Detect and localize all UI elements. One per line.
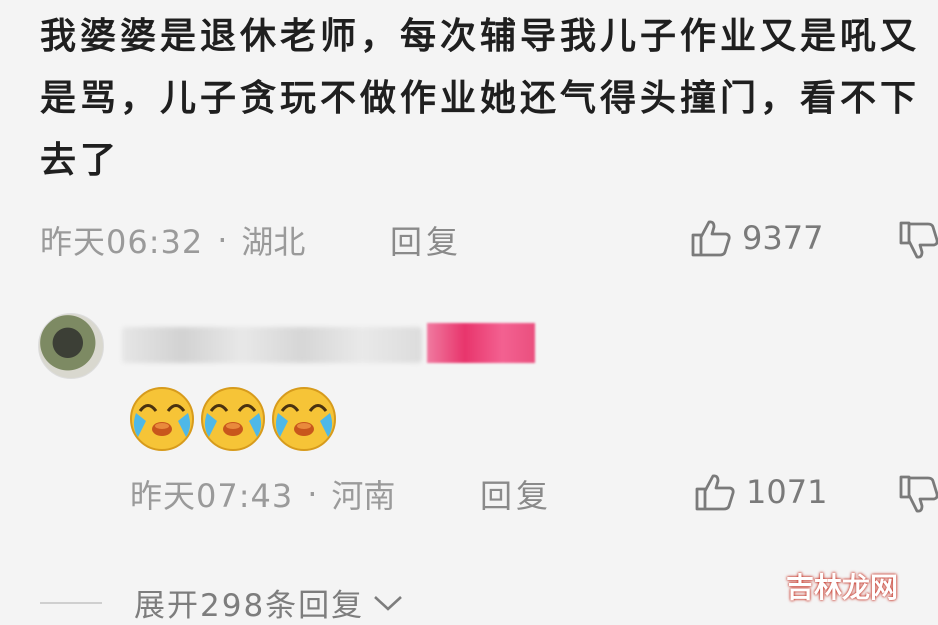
meta-separator: · — [307, 475, 318, 513]
like-count: 1071 — [746, 473, 828, 511]
reply-button[interactable]: 回复 — [390, 217, 462, 263]
like-count: 9377 — [742, 219, 824, 257]
thumbs-up-icon — [691, 220, 731, 257]
expand-label: 展开298条回复 — [134, 588, 365, 624]
reply-meta-row: 昨天07:43 · 河南 回复 — [130, 472, 650, 516]
reply-button[interactable]: 回复 — [480, 471, 552, 517]
comment-text: 我婆婆是退休老师，每次辅导我儿子作业又是吼又是骂，儿子贪玩不做作业她还气得头撞门… — [40, 16, 921, 181]
comment-location: 湖北 — [241, 223, 306, 261]
comment-meta-row: 昨天06:32 · 湖北 回复 — [40, 218, 640, 262]
crying-laughing-emoji — [272, 387, 336, 451]
thumbs-up-icon — [695, 474, 735, 511]
reply-location: 河南 — [331, 477, 396, 515]
crying-laughing-emoji — [130, 387, 194, 451]
user-badge-blurred — [427, 323, 535, 363]
chevron-down-icon — [374, 595, 403, 611]
meta-separator: · — [217, 221, 228, 259]
thumbs-down-icon[interactable] — [898, 472, 938, 516]
reply-time: 昨天07:43 — [130, 477, 294, 515]
divider-line — [40, 601, 102, 604]
emoji-row — [128, 385, 338, 453]
watermark-text: 吉林龙网 — [785, 571, 898, 604]
username-blurred[interactable] — [122, 327, 422, 363]
comment-time: 昨天06:32 — [40, 223, 204, 261]
thumbs-down-icon[interactable] — [898, 218, 938, 262]
avatar[interactable] — [38, 313, 104, 379]
expand-replies-button[interactable]: 展开298条回复 — [40, 580, 404, 625]
watermark: 吉林龙网 — [786, 566, 898, 606]
like-button[interactable]: 1071 — [694, 472, 827, 512]
like-button[interactable]: 9377 — [690, 218, 823, 258]
crying-laughing-emoji — [201, 387, 265, 451]
